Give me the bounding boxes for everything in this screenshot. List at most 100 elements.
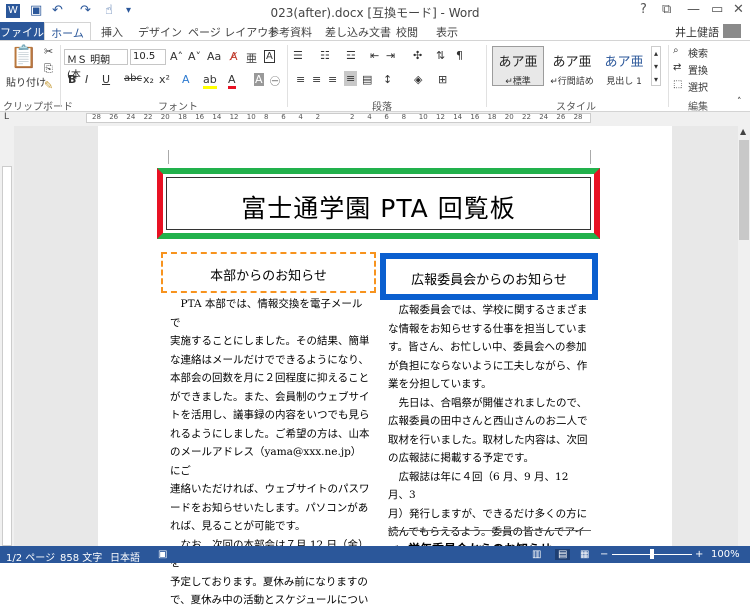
borders-icon[interactable]: ⊞ <box>438 73 447 86</box>
language[interactable]: 日本語 <box>110 549 140 564</box>
italic-button[interactable]: I <box>85 73 88 86</box>
asian-layout-icon[interactable]: ✣ <box>413 49 422 62</box>
align-center-icon[interactable]: ≡ <box>312 73 321 86</box>
shading-icon[interactable]: ◈ <box>414 73 422 86</box>
zoom-level[interactable]: 100% <box>711 549 740 560</box>
restore-button[interactable]: ▭ <box>711 2 723 17</box>
collapse-ribbon-icon[interactable]: ˄ <box>737 97 742 107</box>
clear-format-icon[interactable]: A̸ <box>230 50 238 63</box>
body-line: のメールアドレス（yama@xxx.ne.jp）にご <box>170 446 362 477</box>
text-effect-icon[interactable]: A <box>182 73 190 86</box>
style-preview: あア亜 <box>552 55 592 70</box>
tab-layout[interactable]: ページ レイアウト <box>188 24 279 40</box>
change-case-icon[interactable]: Aa <box>207 50 221 63</box>
body-line: ができました。また、会員制のウェブサイ <box>170 390 370 403</box>
select-icon[interactable]: ⬚ <box>673 79 682 90</box>
tab-insert[interactable]: 挿入 <box>101 24 123 40</box>
justify-icon[interactable]: ≡ <box>344 71 358 86</box>
style-normal[interactable]: あア亜 ↵標準 <box>492 46 544 87</box>
scroll-up-icon[interactable]: ▲ <box>740 127 746 136</box>
replace-button[interactable]: 置換 <box>688 62 708 77</box>
ruler-number: 14 <box>453 113 463 121</box>
ruler-number: 6 <box>384 113 389 121</box>
show-marks-icon[interactable]: ¶ <box>456 49 463 62</box>
superscript-button[interactable]: x² <box>159 73 170 86</box>
decrease-indent-icon[interactable]: ⇤ <box>370 49 379 62</box>
line-spacing-icon[interactable]: ↕ <box>383 73 392 86</box>
char-shading-icon[interactable]: A <box>254 73 264 86</box>
format-painter-icon[interactable]: ✎ <box>44 79 53 92</box>
sort-icon[interactable]: ⇅ <box>436 49 445 62</box>
proof-icon[interactable]: ▣ <box>158 549 167 560</box>
enclosed-char-icon[interactable]: A <box>264 50 275 63</box>
copy-icon[interactable]: ⎘ <box>44 62 53 76</box>
tab-view[interactable]: 表示 <box>436 24 458 40</box>
underline-button[interactable]: U <box>102 73 110 86</box>
zoom-thumb[interactable] <box>650 549 654 559</box>
distribute-icon[interactable]: ▤ <box>362 73 372 86</box>
zoom-out-icon[interactable]: − <box>600 549 608 560</box>
right-column[interactable]: 広報委員会では、学校に関するさまざま な情報をお知らせする仕事を担当していま す。皆… <box>388 301 590 560</box>
ribbon-display-icon[interactable]: ⧉ <box>662 2 671 17</box>
doc-title[interactable]: 富士通学園 PTA 回覧板 <box>166 177 591 230</box>
style-no-spacing[interactable]: あア亜 ↵行間詰め <box>546 46 598 87</box>
style-heading1[interactable]: あア亜 見出し 1 <box>598 46 650 87</box>
multilevel-icon[interactable]: ☲ <box>346 49 356 62</box>
enclose-icon[interactable]: ㊀ <box>270 73 280 88</box>
cut-icon[interactable]: ✂ <box>44 45 53 58</box>
vertical-ruler[interactable] <box>0 126 14 546</box>
tab-stop-icon[interactable]: L <box>4 112 9 122</box>
style-label: スタイル <box>556 102 596 113</box>
horizontal-ruler[interactable]: L 28 26 24 22 20 18 16 14 12 10 8 6 4 2 2 4 6 8 10 12 14 16 18… <box>0 112 750 126</box>
increase-indent-icon[interactable]: ⇥ <box>386 49 395 62</box>
highlight-icon[interactable]: ab <box>203 73 217 89</box>
paste-icon[interactable]: 📋 <box>10 45 37 70</box>
close-button[interactable]: ✕ <box>733 2 744 17</box>
ruler-number: 6 <box>281 113 286 121</box>
tab-home[interactable]: ホーム <box>44 22 91 41</box>
body-line: 業を分担しています。 <box>388 378 492 390</box>
web-layout-icon[interactable]: ▦ <box>580 549 589 560</box>
print-layout-icon[interactable]: ▤ <box>555 549 571 560</box>
font-size-combo[interactable]: 10.5 <box>130 49 166 65</box>
word-count[interactable]: 858 文字 <box>60 549 102 564</box>
vertical-scrollbar[interactable]: ▲ <box>738 126 750 546</box>
tab-references[interactable]: 参考資料 <box>268 24 312 40</box>
find-icon[interactable]: ⌕ <box>673 45 679 56</box>
replace-icon[interactable]: ⇄ <box>673 62 681 73</box>
right-heading[interactable]: 広報委員会からのお知らせ <box>380 253 598 300</box>
read-mode-icon[interactable]: ▥ <box>532 549 541 560</box>
shrink-font-icon[interactable]: A˅ <box>188 50 201 63</box>
grow-font-icon[interactable]: A˄ <box>170 50 183 63</box>
tab-design[interactable]: デザイン <box>138 24 182 40</box>
zoom-in-icon[interactable]: + <box>695 549 703 560</box>
style-scroll-icon[interactable]: ▴ ▾ ▾ <box>651 46 661 86</box>
page-count[interactable]: 1/2 ページ <box>6 549 55 564</box>
paste-button[interactable]: 貼り付け <box>6 74 46 89</box>
select-button[interactable]: 選択 <box>688 79 708 94</box>
user-name[interactable]: 井上健語 <box>675 24 719 40</box>
bold-button[interactable]: B <box>68 73 76 86</box>
align-left-icon[interactable]: ≡ <box>296 73 305 86</box>
numbering-icon[interactable]: ☷ <box>320 49 330 62</box>
tab-mailings[interactable]: 差し込み文書 <box>325 24 391 40</box>
doc-title-frame: 富士通学園 PTA 回覧板 <box>157 168 600 239</box>
font-color-icon[interactable]: A <box>228 73 236 89</box>
tab-file[interactable]: ファイル <box>0 22 44 40</box>
phonetic-icon[interactable]: 亜 <box>246 50 257 66</box>
align-right-icon[interactable]: ≡ <box>328 73 337 86</box>
tab-review[interactable]: 校閲 <box>396 24 418 40</box>
window-title: 023(after).docx [互換モード] - Word <box>270 6 480 20</box>
scroll-thumb[interactable] <box>739 140 749 240</box>
minimize-button[interactable]: — <box>687 2 700 17</box>
avatar[interactable] <box>723 24 741 38</box>
bullets-icon[interactable]: ☰ <box>293 49 303 62</box>
find-button[interactable]: 検索 <box>688 45 708 60</box>
body-line: 実施することにしました。その結果、簡単 <box>170 335 370 347</box>
strike-button[interactable]: abc <box>124 73 142 84</box>
subscript-button[interactable]: x₂ <box>143 73 154 86</box>
help-button[interactable]: ? <box>640 2 647 17</box>
body-line: で、夏休み中の活動とスケジュールについ <box>170 594 369 606</box>
left-heading[interactable]: 本部からのお知らせ <box>161 252 376 293</box>
font-name-combo[interactable]: ＭＳ 明朝 (本 <box>64 49 128 81</box>
